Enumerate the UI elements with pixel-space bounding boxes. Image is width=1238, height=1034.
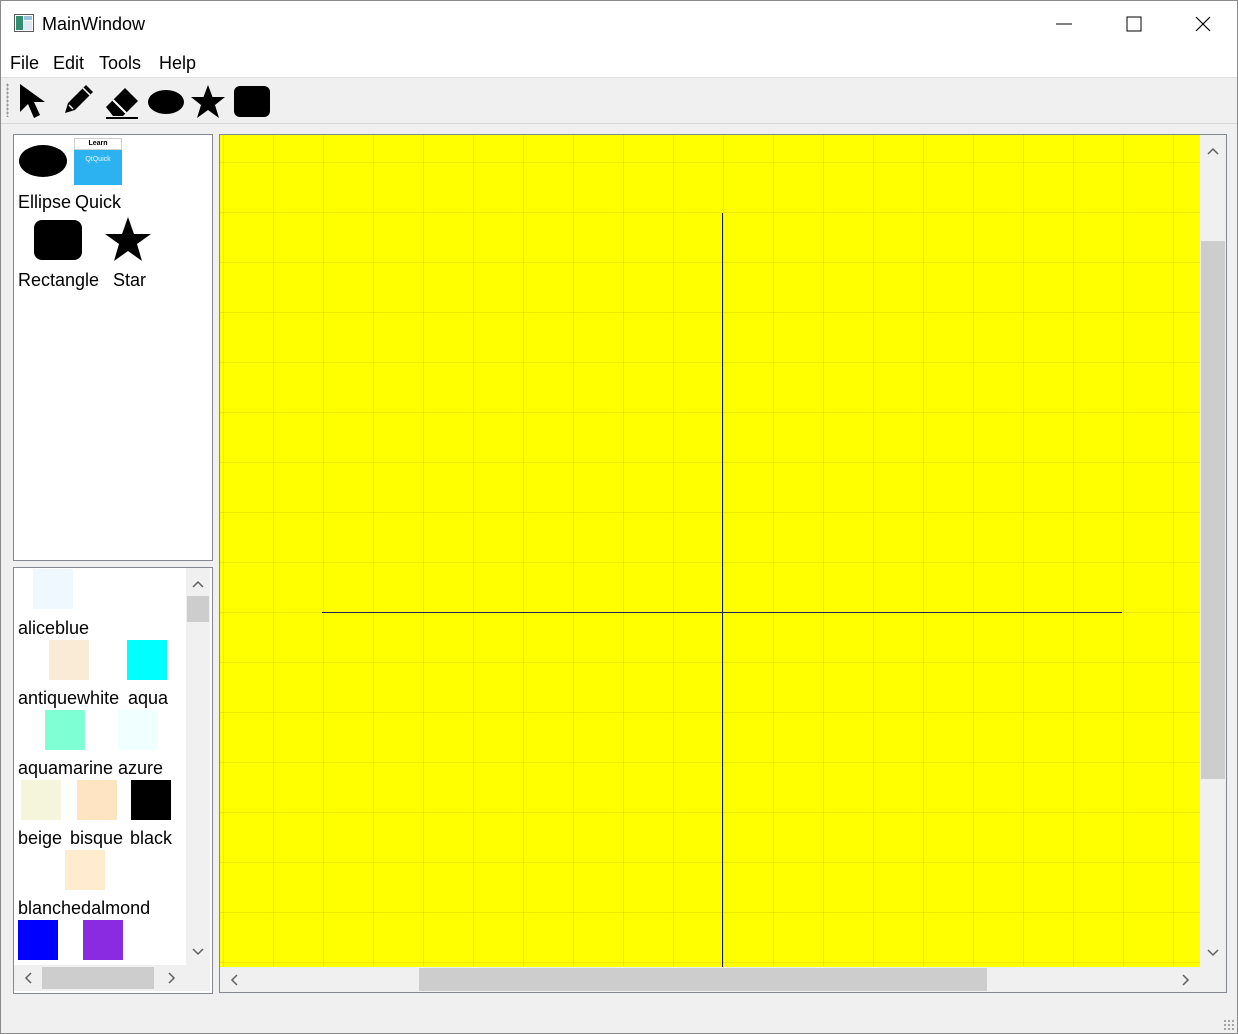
color-swatch-aliceblue[interactable] <box>33 569 73 609</box>
color-label-antiquewhite[interactable]: antiquewhite <box>18 688 119 709</box>
thumb-title: Learn <box>88 140 108 147</box>
shape-label-ellipse[interactable]: Ellipse <box>18 192 71 213</box>
status-bar <box>1 1001 1237 1033</box>
thumb-text: QtQuick <box>85 156 111 163</box>
color-label-aliceblue[interactable]: aliceblue <box>18 618 89 639</box>
color-swatch-aquamarine[interactable] <box>45 710 85 750</box>
menu-edit[interactable]: Edit <box>53 53 84 74</box>
toolbar <box>1 77 1237 124</box>
rounded-rectangle-icon <box>234 86 270 117</box>
chevron-up-icon[interactable] <box>1205 143 1221 159</box>
color-label-blanchedalmond[interactable]: blanchedalmond <box>18 898 150 919</box>
shape-list: Ellipse Learn QtQuick Quick Rectangle St… <box>13 134 213 561</box>
title-bar[interactable]: MainWindow <box>1 1 1237 47</box>
star-tool-button[interactable] <box>189 81 227 121</box>
pointer-tool-button[interactable] <box>17 81 57 121</box>
scroll-corner <box>186 965 210 991</box>
pencil-icon <box>65 85 93 113</box>
color-label-aquamarine[interactable]: aquamarine <box>18 758 113 779</box>
ellipse-tool-button[interactable] <box>146 81 186 121</box>
minimize-button[interactable] <box>1029 1 1099 47</box>
menu-help[interactable]: Help <box>159 53 196 74</box>
rounded-rectangle-icon <box>34 220 82 260</box>
color-list-vertical-scrollbar[interactable] <box>186 568 210 965</box>
maximize-button[interactable] <box>1099 1 1169 47</box>
window-title: MainWindow <box>42 14 146 34</box>
drawing-canvas[interactable] <box>220 135 1200 967</box>
learn-qtquick-thumbnail[interactable]: Learn QtQuick <box>74 138 122 185</box>
shape-label-star[interactable]: Star <box>113 270 146 291</box>
color-label-azure[interactable]: azure <box>118 758 163 779</box>
menu-file[interactable]: File <box>10 53 39 74</box>
main-window: MainWindow File Edit Tools Help Ellipse … <box>0 0 1238 1034</box>
close-button[interactable] <box>1168 1 1237 47</box>
chevron-down-icon[interactable] <box>190 944 206 960</box>
rectangle-tool-button[interactable] <box>232 81 272 121</box>
close-icon <box>1195 16 1211 32</box>
chevron-up-icon[interactable] <box>190 576 206 592</box>
color-swatch-bisque[interactable] <box>77 780 117 820</box>
maximize-icon <box>1126 16 1142 32</box>
eraser-icon <box>106 88 138 119</box>
shape-label-quick[interactable]: Quick <box>75 192 121 213</box>
canvas-vertical-scrollbar[interactable] <box>1200 135 1226 967</box>
color-swatch-antiquewhite[interactable] <box>49 640 89 680</box>
color-swatch-aqua[interactable] <box>127 640 167 680</box>
canvas-view <box>219 134 1227 993</box>
shape-item-ellipse[interactable] <box>18 141 68 186</box>
color-swatch-beige[interactable] <box>21 780 61 820</box>
star-icon <box>191 85 225 118</box>
color-list-horizontal-scrollbar[interactable] <box>14 965 186 991</box>
chevron-left-icon[interactable] <box>226 972 242 988</box>
pencil-tool-button[interactable] <box>61 81 97 121</box>
color-list-horizontal-thumb[interactable] <box>42 967 154 989</box>
app-window-icon <box>14 14 34 32</box>
chevron-left-icon[interactable] <box>20 970 36 986</box>
color-list: aliceblue antiquewhite aqua aquamarine a… <box>13 567 213 994</box>
color-label-black[interactable]: black <box>130 828 172 849</box>
vertical-axis-line <box>722 213 723 967</box>
menu-bar: File Edit Tools Help <box>1 47 1237 77</box>
shape-item-rectangle[interactable] <box>33 219 83 266</box>
canvas-horizontal-scrollbar[interactable] <box>220 967 1200 992</box>
ellipse-icon <box>19 145 67 177</box>
color-label-bisque[interactable]: bisque <box>70 828 123 849</box>
color-label-beige[interactable]: beige <box>18 828 62 849</box>
toolbar-grip[interactable] <box>6 83 9 117</box>
resize-grip-icon[interactable] <box>1223 1019 1235 1031</box>
star-icon <box>105 217 151 261</box>
chevron-down-icon[interactable] <box>1205 945 1221 961</box>
chevron-right-icon[interactable] <box>1178 972 1194 988</box>
arrow-pointer-icon <box>20 84 45 118</box>
color-swatch-azure[interactable] <box>118 710 158 750</box>
color-swatch-blue[interactable] <box>18 920 58 960</box>
color-swatch-blueviolet[interactable] <box>83 920 123 960</box>
chevron-right-icon[interactable] <box>164 970 180 986</box>
ellipse-icon <box>148 90 184 114</box>
canvas-vertical-thumb[interactable] <box>1201 241 1225 779</box>
canvas-horizontal-thumb[interactable] <box>419 968 987 991</box>
minimize-icon <box>1056 23 1072 25</box>
shape-label-rectangle[interactable]: Rectangle <box>18 270 99 291</box>
color-swatch-black[interactable] <box>131 780 171 820</box>
color-label-aqua[interactable]: aqua <box>128 688 168 709</box>
eraser-tool-button[interactable] <box>103 81 141 121</box>
color-swatch-blanchedalmond[interactable] <box>65 850 105 890</box>
color-list-vertical-thumb[interactable] <box>187 596 209 622</box>
shape-item-star[interactable] <box>103 215 153 270</box>
menu-tools[interactable]: Tools <box>99 53 141 74</box>
